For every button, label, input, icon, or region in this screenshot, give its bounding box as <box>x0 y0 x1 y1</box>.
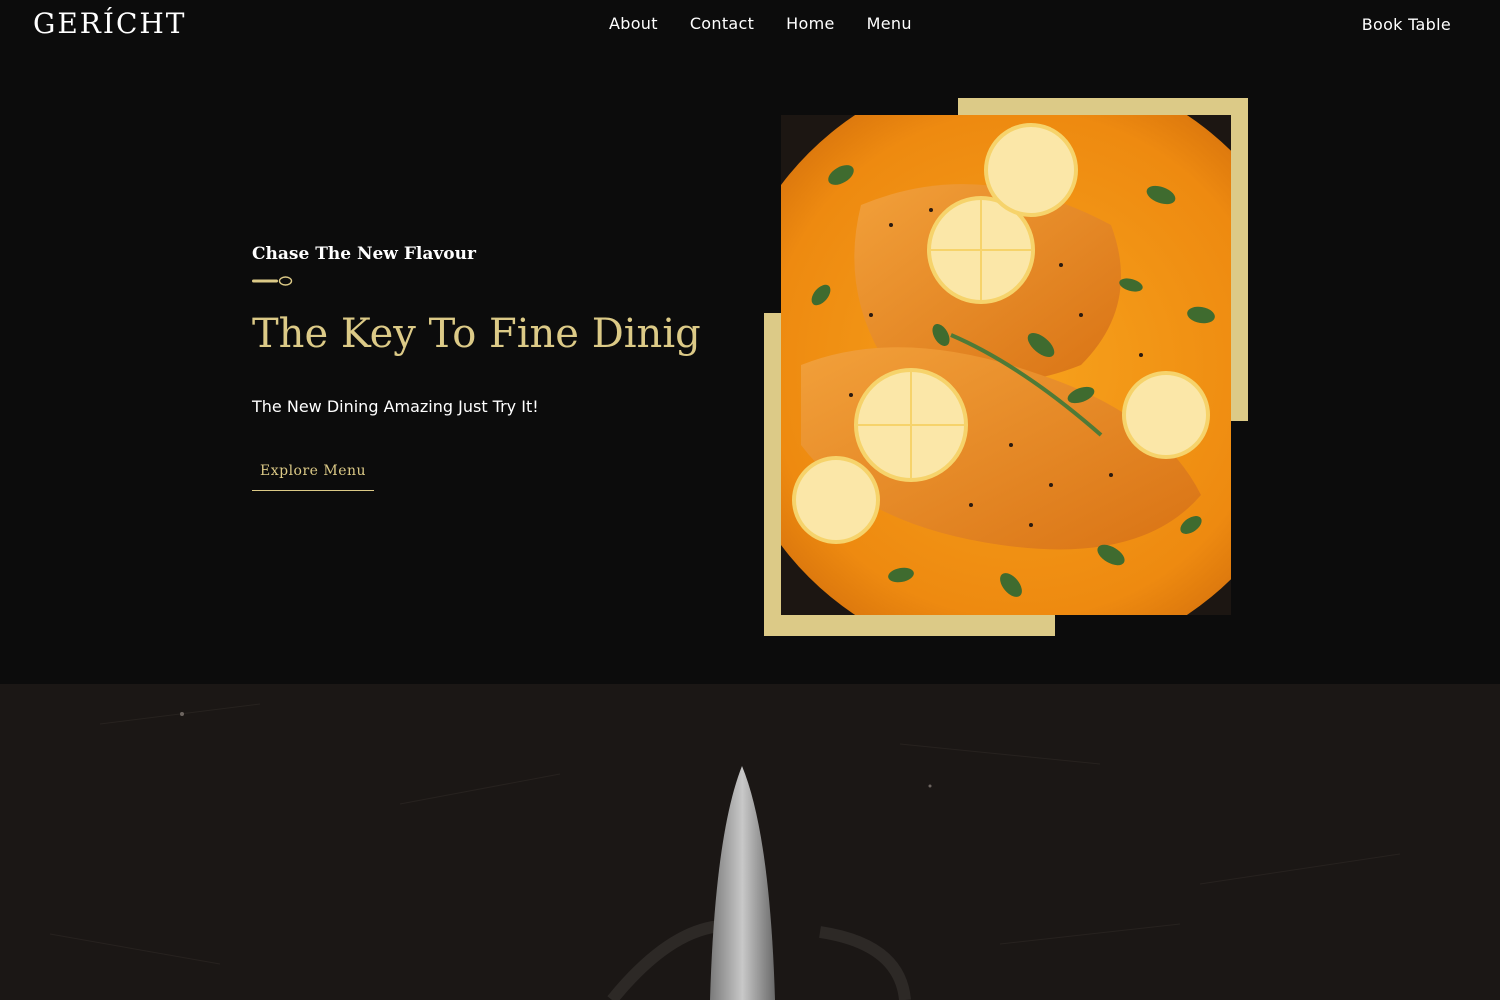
salmon-dish-photo <box>781 115 1231 615</box>
explore-menu-button[interactable]: Explore Menu <box>252 458 375 491</box>
navbar: GERÍCHT About Contact Home Menu Book Tab… <box>0 0 1500 50</box>
hero-tagline: The New Dining Amazing Just Try It! <box>252 397 539 416</box>
nav-link-contact[interactable]: Contact <box>690 12 754 36</box>
nav-link-about[interactable]: About <box>609 12 658 36</box>
knife-background <box>0 684 1500 1000</box>
logo[interactable]: GERÍCHT <box>33 6 186 42</box>
spoon-icon <box>252 273 294 292</box>
nav-links: About Contact Home Menu <box>609 12 944 36</box>
nav-link-home[interactable]: Home <box>786 12 834 36</box>
nav-link-menu[interactable]: Menu <box>867 12 912 36</box>
hero-subtitle: Chase The New Flavour <box>252 244 476 264</box>
book-table-link[interactable]: Book Table <box>1362 13 1451 37</box>
hero-headline: The Key To Fine Dinig <box>252 311 701 357</box>
